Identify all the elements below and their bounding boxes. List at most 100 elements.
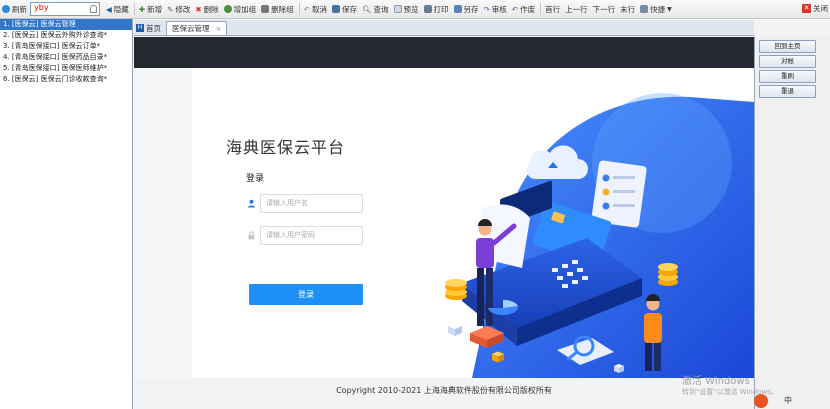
search-input[interactable]: yby	[30, 2, 100, 16]
user-icon	[247, 199, 256, 208]
lock-icon	[248, 231, 255, 240]
tab-close-icon[interactable]: ×	[216, 25, 222, 33]
activation-watermark: 激活 Windows	[682, 376, 750, 387]
preview-label: 预览	[403, 4, 419, 14]
refresh-label: 刷新	[12, 4, 27, 14]
next-row-label: 下一行	[592, 4, 616, 14]
undo-icon: ↶	[303, 4, 310, 14]
delete-group-icon	[261, 5, 270, 13]
tab-strip: H 首页 医保云管理 ×	[134, 20, 754, 36]
delete-icon: ✖	[195, 4, 202, 14]
reconcile-button[interactable]: 对帐	[759, 55, 816, 68]
hide-label: 隐藏	[113, 4, 129, 14]
add-group-button[interactable]: 增加组	[222, 2, 259, 17]
void-button[interactable]: ↶ 作废	[510, 2, 537, 17]
login-button[interactable]: 登录	[249, 284, 363, 305]
delete-group-label: 删除组	[271, 4, 294, 14]
tab-yibaoyun[interactable]: 医保云管理 ×	[166, 21, 228, 35]
void-icon: ↶	[511, 4, 519, 14]
login-title: 登录	[246, 174, 265, 184]
toolbar-divider	[133, 3, 135, 15]
header-band	[134, 37, 754, 68]
pencil-icon: ✎	[167, 4, 174, 14]
refresh-button[interactable]: 刷新	[0, 2, 29, 17]
preview-icon	[393, 5, 402, 13]
delete-group-button[interactable]: 删除组	[259, 2, 296, 17]
refund-button[interactable]: 重退	[759, 85, 816, 98]
save-button[interactable]: 保存	[330, 2, 359, 17]
add-group-label: 增加组	[233, 4, 257, 14]
toolbar-divider	[298, 3, 300, 15]
add-group-icon	[223, 5, 232, 13]
void-label: 作废	[520, 4, 536, 14]
refresh-icon	[2, 5, 10, 13]
right-action-panel: 回到主页 对帐 重刷 重退	[754, 36, 830, 409]
new-button[interactable]: ✚ 新增	[137, 2, 164, 17]
password-field[interactable]: 请输入用户密码	[260, 226, 363, 245]
cancel-label: 取消	[311, 4, 327, 14]
tab-home-label: 首页	[146, 23, 161, 33]
query-button[interactable]: 🔍︎ 查询	[360, 2, 391, 17]
list-item[interactable]: 3. [青岛医保接口] 医保云订单*	[0, 41, 132, 52]
print-label: 打印	[433, 4, 449, 14]
cancel-button[interactable]: ↶ 取消	[302, 2, 329, 17]
search-icon: 🔍︎	[361, 4, 372, 14]
list-item[interactable]: 6. [医保云] 医保云门诊收款查询*	[0, 74, 132, 85]
function-list: 1. [医保云] 医保云管理 2. [医保云] 医保云外购外诊查询* 3. [青…	[0, 19, 133, 409]
hero-illustration	[445, 93, 754, 378]
prev-row-label: 上一行	[565, 4, 588, 14]
save-label: 保存	[341, 4, 357, 14]
copyright-footer: Copyright 2010-2021 上海海典软件股份有限公司版权所有	[134, 378, 754, 409]
close-icon: ✕	[802, 4, 811, 13]
audit-button[interactable]: ↷ 审核	[482, 2, 509, 17]
last-row-label: 末行	[620, 4, 636, 14]
quick-icon	[640, 5, 649, 13]
delete-button[interactable]: ✖ 删除	[193, 2, 220, 17]
list-item[interactable]: 1. [医保云] 医保云管理	[0, 19, 132, 30]
save-as-button[interactable]: 另存	[452, 2, 481, 17]
back-home-button[interactable]: 回到主页	[759, 40, 816, 53]
system-tray: 中	[754, 392, 830, 409]
prev-row-button[interactable]: 上一行	[563, 2, 590, 17]
username-field[interactable]: 请输入用户名	[260, 194, 363, 213]
pin-icon[interactable]	[90, 5, 97, 13]
main-toolbar: 刷新 yby ◀ 隐藏 ✚ 新增 ✎ 修改 ✖ 删除 增加组 删除组 ↶ 取消 …	[0, 0, 830, 19]
close-label: 关闭	[813, 4, 828, 13]
first-row-label: 首行	[545, 4, 561, 14]
ime-indicator[interactable]: 中	[784, 395, 792, 406]
quick-button[interactable]: 快捷 ▼	[638, 2, 674, 17]
close-button[interactable]: ✕ 关闭	[802, 3, 828, 14]
list-item[interactable]: 4. [青岛医保接口] 医保药品目录*	[0, 52, 132, 63]
print-button[interactable]: 打印	[422, 2, 451, 17]
app-tray-icon[interactable]	[754, 393, 768, 408]
save-as-label: 另存	[463, 4, 479, 14]
query-label: 查询	[373, 4, 389, 14]
save-icon	[331, 5, 340, 13]
last-row-button[interactable]: 末行	[618, 2, 637, 17]
edit-label: 修改	[175, 4, 191, 14]
new-label: 新增	[147, 4, 163, 14]
edit-button[interactable]: ✎ 修改	[165, 2, 192, 17]
tab-home[interactable]: H 首页	[134, 21, 166, 35]
reswipe-button[interactable]: 重刷	[759, 70, 816, 83]
login-page: 海典医保云平台 登录 请输入用户名 请输入用户密码 登录	[192, 68, 754, 378]
toolbar-divider	[540, 3, 542, 15]
printer-icon	[423, 5, 432, 13]
platform-title: 海典医保云平台	[226, 138, 346, 157]
home-icon: H	[136, 24, 144, 32]
list-item[interactable]: 2. [医保云] 医保云外购外诊查询*	[0, 30, 132, 41]
delete-label: 删除	[203, 4, 219, 14]
audit-label: 审核	[491, 4, 507, 14]
audit-icon: ↷	[483, 4, 490, 14]
tab-yibaoyun-label: 医保云管理	[172, 24, 210, 33]
chevron-left-icon: ◀	[106, 4, 112, 14]
quick-label: 快捷	[650, 4, 666, 14]
first-row-button[interactable]: 首行	[543, 2, 562, 17]
chevron-down-icon: ▼	[667, 5, 672, 13]
preview-button[interactable]: 预览	[392, 2, 421, 17]
hide-button[interactable]: ◀ 隐藏	[104, 2, 131, 17]
list-item[interactable]: 5. [青岛医保接口] 医保医师维护*	[0, 63, 132, 74]
search-value: yby	[34, 3, 49, 12]
next-row-button[interactable]: 下一行	[591, 2, 618, 17]
save-as-icon	[453, 5, 462, 13]
